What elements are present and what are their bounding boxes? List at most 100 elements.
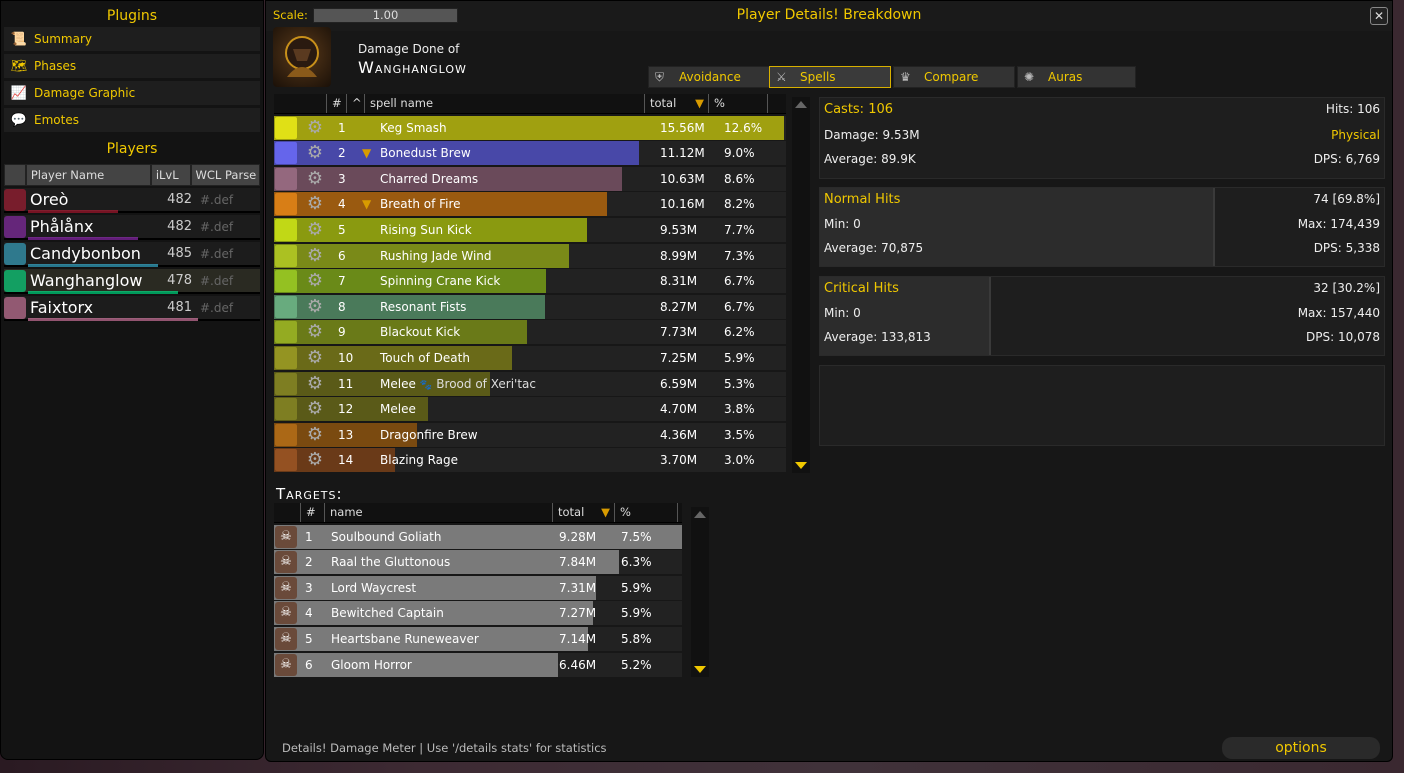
spell-name: Breath of Fire — [380, 197, 461, 212]
spell-row[interactable]: ⚙ 8 Resonant Fists 8.27M 6.7% — [274, 294, 786, 319]
normal-dps: DPS: 5,338 — [1313, 241, 1380, 255]
gear-icon[interactable]: ⚙ — [304, 168, 326, 190]
spell-row[interactable]: ⚙ 7 Spinning Crane Kick 8.31M 6.7% — [274, 269, 786, 294]
gear-icon[interactable]: ⚙ — [304, 373, 326, 395]
gear-icon[interactable]: ⚙ — [304, 142, 326, 164]
spell-name-cell: Keg Smash — [380, 121, 660, 135]
player-row[interactable]: Oreò 482 #.def — [4, 188, 260, 213]
col-wcl-parse[interactable]: WCL Parse — [190, 164, 260, 186]
spell-name-cell: Blackout Kick — [380, 325, 660, 339]
spell-row[interactable]: ⚙ 1 Keg Smash 15.56M 12.6% — [274, 115, 786, 140]
target-row[interactable]: ☠ 6 Gloom Horror 6.46M 5.2% — [274, 652, 682, 677]
targets-scroll-down-icon[interactable] — [694, 666, 706, 673]
spell-total: 15.56M — [660, 120, 705, 135]
plugin-label: Emotes — [34, 113, 79, 127]
col-total[interactable]: total ▼ — [644, 94, 708, 113]
spell-row[interactable]: ⚙ 13 Dragonfire Brew 4.36M 3.5% — [274, 422, 786, 447]
normal-max: Max: 174,439 — [1297, 217, 1380, 231]
target-row[interactable]: ☠ 5 Heartsbane Runeweaver 7.14M 5.8% — [274, 626, 682, 651]
plugin-phases[interactable]: 🗺 Phases — [4, 54, 260, 78]
spell-pct: 3.0% — [724, 453, 755, 468]
spell-row[interactable]: ⚙ 11 Melee 🐾 Brood of Xeri'tac 6.59M 5.3% — [274, 371, 786, 396]
player-row[interactable]: Wanghanglow 478 #.def — [4, 269, 260, 294]
spell-rank: 8 — [338, 299, 346, 314]
target-row[interactable]: ☠ 2 Raal the Gluttonous 7.84M 6.3% — [274, 550, 682, 575]
line-graph-icon: 📈 — [10, 85, 28, 101]
plugin-damage-graphic[interactable]: 📈 Damage Graphic — [4, 81, 260, 105]
targets-table: # name total ▼ % ☠ 1 Soulbound Goliath 9.28… — [274, 503, 682, 677]
col-target-total[interactable]: total ▼ — [552, 503, 614, 522]
options-button[interactable]: options — [1222, 737, 1380, 759]
spell-rank: 12 — [338, 402, 354, 417]
gear-icon[interactable]: ⚙ — [304, 398, 326, 420]
player-row[interactable]: Faixtorx 481 #.def — [4, 296, 260, 321]
spell-row[interactable]: ⚙ 5 Rising Sun Kick 9.53M 7.7% — [274, 217, 786, 242]
col-total-label: total — [650, 96, 677, 110]
col-rank[interactable]: # — [326, 94, 346, 113]
player-row[interactable]: Phålånx 482 #.def — [4, 215, 260, 240]
spell-row[interactable]: ⚙ 12 Melee 4.70M 3.8% — [274, 397, 786, 422]
damage-done-label: Damage Done of — [358, 42, 460, 56]
target-sort-desc-icon: ▼ — [601, 505, 610, 519]
target-row[interactable]: ☠ 4 Bewitched Captain 7.27M 5.9% — [274, 601, 682, 626]
target-row[interactable]: ☠ 1 Soulbound Goliath 9.28M 7.5% — [274, 524, 682, 549]
gear-icon[interactable]: ⚙ — [304, 245, 326, 267]
tab-avoidance[interactable]: ⛨ Avoidance — [648, 66, 770, 88]
gear-icon[interactable]: ⚙ — [304, 296, 326, 318]
spell-pct: 5.9% — [724, 350, 755, 365]
spell-name-cell: Rushing Jade Wind — [380, 249, 660, 263]
gear-icon[interactable]: ⚙ — [304, 117, 326, 139]
title-bar[interactable]: Scale: 1.00 Player Details! Breakdown ✕ — [266, 1, 1392, 31]
player-row[interactable]: Candybonbon 485 #.def — [4, 242, 260, 267]
gear-icon[interactable]: ⚙ — [304, 449, 326, 471]
col-target-rank[interactable]: # — [300, 503, 324, 522]
spell-row[interactable]: ⚙ 10 Touch of Death 7.25M 5.9% — [274, 345, 786, 370]
target-name: Gloom Horror — [331, 657, 412, 672]
gear-icon[interactable]: ⚙ — [304, 270, 326, 292]
targets-scrollbar[interactable] — [691, 507, 709, 677]
gear-icon[interactable]: ⚙ — [304, 424, 326, 446]
col-icons — [274, 94, 326, 113]
spell-pct: 3.8% — [724, 402, 755, 417]
player-name: Candybonbon — [30, 244, 141, 263]
gear-icon[interactable]: ⚙ — [304, 193, 326, 215]
spell-pct: 3.5% — [724, 427, 755, 442]
tab-compare[interactable]: ♛ Compare — [893, 66, 1015, 88]
scroll-down-icon[interactable] — [795, 462, 807, 469]
target-row[interactable]: ☠ 3 Lord Waycrest 7.31M 5.9% — [274, 575, 682, 600]
col-expand[interactable]: ^ — [346, 94, 364, 113]
spell-row[interactable]: ⚙ 2 ▼ Bonedust Brew 11.12M 9.0% — [274, 141, 786, 166]
spell-icon — [275, 449, 297, 472]
col-target-name[interactable]: name — [324, 503, 552, 522]
gear-icon[interactable]: ⚙ — [304, 347, 326, 369]
targets-scroll-up-icon[interactable] — [694, 511, 706, 518]
spell-icon — [275, 423, 297, 446]
target-rank: 1 — [305, 529, 313, 544]
spell-icon — [275, 167, 297, 190]
spell-row[interactable]: ⚙ 9 Blackout Kick 7.73M 6.2% — [274, 320, 786, 345]
col-player-name[interactable]: Player Name — [25, 164, 151, 186]
tab-spells[interactable]: ⚔ Spells — [769, 66, 891, 88]
expand-arrow-icon[interactable]: ▼ — [362, 197, 380, 211]
spell-rank: 2 — [338, 146, 346, 161]
spell-icon — [275, 321, 297, 344]
plugin-summary[interactable]: 📜 Summary — [4, 27, 260, 51]
col-target-pct[interactable]: % — [614, 503, 678, 522]
spells-scrollbar[interactable] — [792, 97, 810, 473]
gear-icon[interactable]: ⚙ — [304, 219, 326, 241]
close-button[interactable]: ✕ — [1370, 7, 1388, 25]
expand-arrow-icon[interactable]: ▼ — [362, 146, 380, 160]
col-pct[interactable]: % — [708, 94, 768, 113]
col-ilvl[interactable]: iLvL — [150, 164, 191, 186]
col-spell-name[interactable]: spell name — [364, 94, 644, 113]
tab-auras[interactable]: ✺ Auras — [1017, 66, 1136, 88]
spell-total: 10.16M — [660, 197, 705, 212]
plugin-emotes[interactable]: 💬 Emotes — [4, 108, 260, 132]
scroll-up-icon[interactable] — [795, 101, 807, 108]
tab-label: Compare — [924, 70, 979, 84]
spell-row[interactable]: ⚙ 3 Charred Dreams 10.63M 8.6% — [274, 166, 786, 191]
spell-row[interactable]: ⚙ 6 Rushing Jade Wind 8.99M 7.3% — [274, 243, 786, 268]
gear-icon[interactable]: ⚙ — [304, 321, 326, 343]
spell-row[interactable]: ⚙ 14 Blazing Rage 3.70M 3.0% — [274, 448, 786, 473]
spell-row[interactable]: ⚙ 4 ▼ Breath of Fire 10.16M 8.2% — [274, 192, 786, 217]
